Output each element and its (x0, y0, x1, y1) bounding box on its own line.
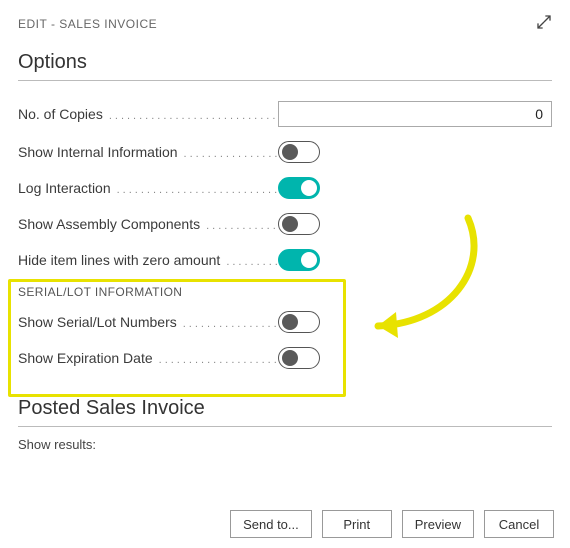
show-serial-toggle[interactable] (278, 311, 320, 333)
log-interaction-toggle[interactable] (278, 177, 320, 199)
dot-leader (183, 314, 278, 330)
cancel-button[interactable]: Cancel (484, 510, 554, 538)
options-heading: Options (18, 51, 552, 74)
divider (18, 426, 552, 427)
hide-zero-toggle[interactable] (278, 249, 320, 271)
dot-leader (206, 216, 278, 232)
show-serial-label: Show Serial/Lot Numbers (18, 314, 177, 330)
divider (18, 80, 552, 81)
show-results-label: Show results: (18, 437, 552, 452)
show-internal-toggle[interactable] (278, 141, 320, 163)
serial-lot-group-header: SERIAL/LOT INFORMATION (18, 285, 552, 299)
dot-leader (184, 144, 278, 160)
dot-leader (117, 180, 278, 196)
show-expiration-toggle[interactable] (278, 347, 320, 369)
expand-icon[interactable] (536, 14, 552, 33)
show-assembly-label: Show Assembly Components (18, 216, 200, 232)
dot-leader (109, 106, 278, 122)
no-of-copies-input[interactable] (278, 101, 552, 127)
log-interaction-label: Log Interaction (18, 180, 111, 196)
show-internal-label: Show Internal Information (18, 144, 178, 160)
dot-leader (226, 252, 278, 268)
preview-button[interactable]: Preview (402, 510, 474, 538)
hide-zero-label: Hide item lines with zero amount (18, 252, 220, 268)
page-title: EDIT - SALES INVOICE (18, 17, 157, 31)
show-expiration-label: Show Expiration Date (18, 350, 153, 366)
no-of-copies-label: No. of Copies (18, 106, 103, 122)
posted-sales-invoice-heading: Posted Sales Invoice (18, 397, 552, 420)
print-button[interactable]: Print (322, 510, 392, 538)
dot-leader (159, 350, 278, 366)
show-assembly-toggle[interactable] (278, 213, 320, 235)
send-to-button[interactable]: Send to... (230, 510, 312, 538)
